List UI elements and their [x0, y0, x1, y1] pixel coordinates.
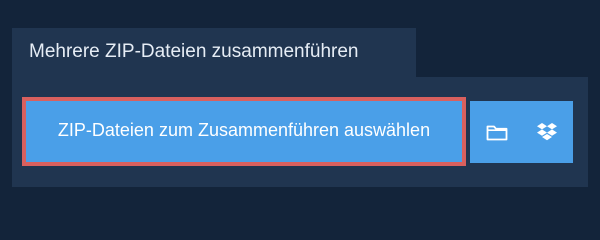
folder-icon	[486, 124, 508, 141]
tab-title: Mehrere ZIP-Dateien zusammenführen	[29, 41, 359, 62]
select-zip-files-button[interactable]: ZIP-Dateien zum Zusammenführen auswählen	[22, 97, 466, 166]
merge-zip-tab: Mehrere ZIP-Dateien zusammenführen	[12, 28, 416, 78]
select-zip-files-label: ZIP-Dateien zum Zusammenführen auswählen	[57, 120, 431, 140]
dropbox-upload-button[interactable]	[520, 101, 573, 163]
dropbox-icon	[536, 122, 558, 142]
folder-upload-button[interactable]	[470, 101, 523, 163]
